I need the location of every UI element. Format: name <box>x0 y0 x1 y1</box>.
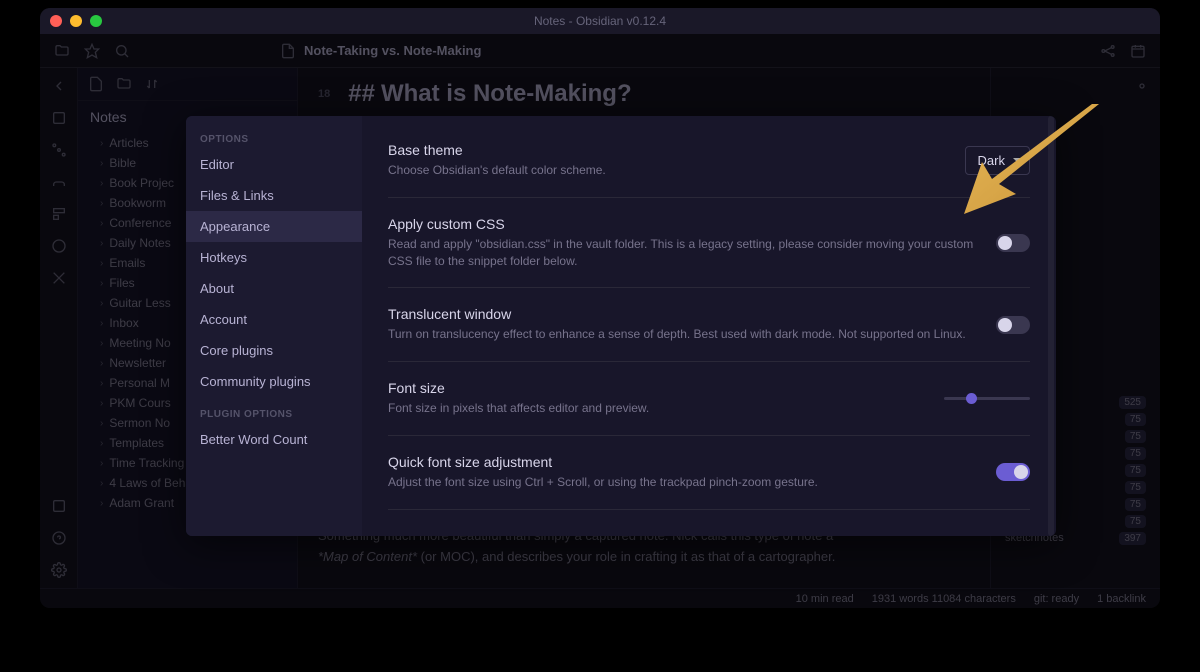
setting-font-size: Font size Font size in pixels that affec… <box>388 362 1030 436</box>
minimize-window-icon[interactable] <box>70 15 82 27</box>
theme-dropdown[interactable]: Dark <box>965 146 1030 175</box>
settings-tab-appearance[interactable]: Appearance <box>186 211 362 242</box>
settings-tab-community-plugins[interactable]: Community plugins <box>186 366 362 397</box>
settings-sidebar: OPTIONS EditorFiles & LinksAppearanceHot… <box>186 116 362 536</box>
settings-section-plugins: PLUGIN OPTIONS <box>186 405 362 424</box>
settings-tab-hotkeys[interactable]: Hotkeys <box>186 242 362 273</box>
setting-quick-font: Quick font size adjustment Adjust the fo… <box>388 436 1030 510</box>
app-title: Notes - Obsidian v0.12.4 <box>534 14 666 28</box>
setting-translucent: Translucent window Turn on translucency … <box>388 288 1030 362</box>
setting-base-theme: Base theme Choose Obsidian's default col… <box>388 124 1030 198</box>
font-size-slider[interactable] <box>944 397 1030 400</box>
custom-css-toggle[interactable] <box>996 234 1030 252</box>
settings-tab-files-links[interactable]: Files & Links <box>186 180 362 211</box>
quick-font-toggle[interactable] <box>996 463 1030 481</box>
settings-tab-core-plugins[interactable]: Core plugins <box>186 335 362 366</box>
maximize-window-icon[interactable] <box>90 15 102 27</box>
settings-modal: OPTIONS EditorFiles & LinksAppearanceHot… <box>186 116 1056 536</box>
settings-section-options: OPTIONS <box>186 130 362 149</box>
close-window-icon[interactable] <box>50 15 62 27</box>
setting-custom-css: Apply custom CSS Read and apply "obsidia… <box>388 198 1030 289</box>
titlebar: Notes - Obsidian v0.12.4 <box>40 8 1160 34</box>
settings-tab-account[interactable]: Account <box>186 304 362 335</box>
translucent-toggle[interactable] <box>996 316 1030 334</box>
settings-tab-better-word-count[interactable]: Better Word Count <box>186 424 362 455</box>
app-window: Notes - Obsidian v0.12.4 Note-Taking vs.… <box>40 8 1160 608</box>
settings-content: Base theme Choose Obsidian's default col… <box>362 116 1056 536</box>
settings-tab-editor[interactable]: Editor <box>186 149 362 180</box>
settings-tab-about[interactable]: About <box>186 273 362 304</box>
